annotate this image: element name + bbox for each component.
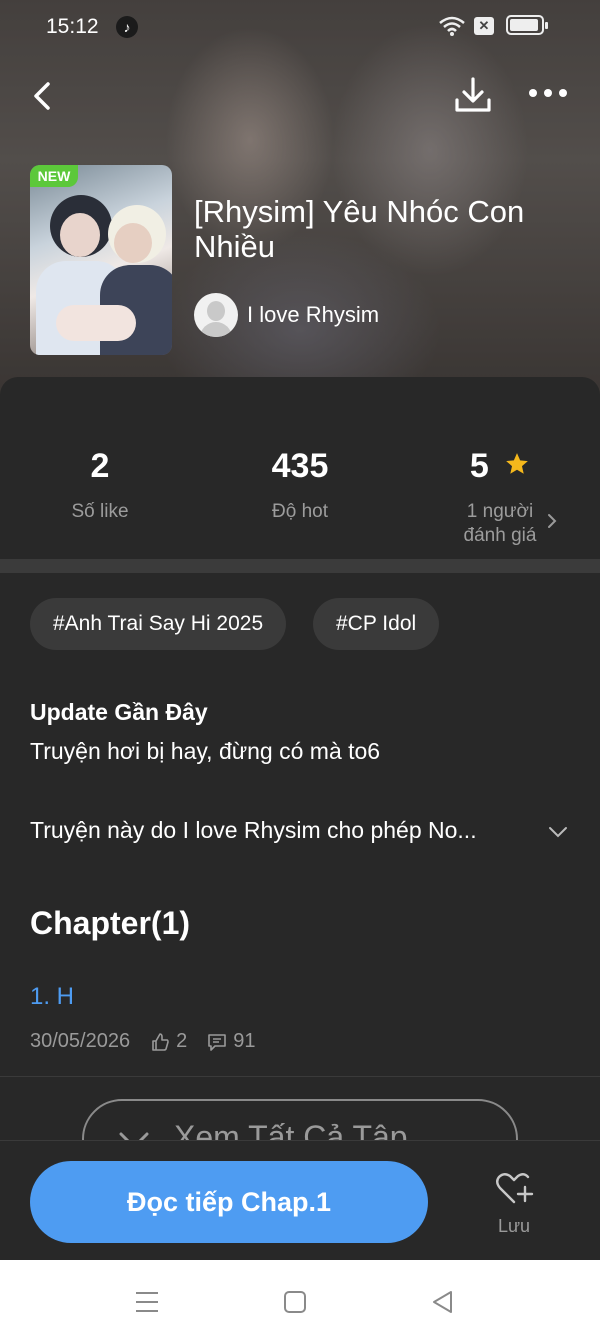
menu-icon[interactable] — [134, 1290, 160, 1314]
download-icon[interactable] — [452, 74, 494, 116]
chapter-comments: 91 — [233, 1030, 256, 1052]
update-text: Truyện hơi bị hay, đừng có mà to6 — [30, 738, 381, 764]
chapter-date: 30/05/2026 — [30, 1030, 131, 1052]
chevron-right-icon[interactable] — [546, 512, 558, 530]
stat-label: Số like — [71, 501, 129, 522]
new-badge: NEW — [30, 165, 78, 187]
description-text[interactable]: Truyện này do I love Rhysim cho phép No.… — [30, 817, 530, 844]
author-name: I love Rhysim — [247, 302, 380, 327]
author-link[interactable]: I love Rhysim — [194, 293, 379, 337]
battery-icon — [506, 15, 548, 35]
continue-reading-button[interactable]: Đọc tiếp Chap.1 — [30, 1161, 428, 1243]
system-nav-bar — [0, 1260, 600, 1343]
stat-value: 5 — [469, 447, 489, 485]
stat-hot: 435 Độ hot — [200, 447, 400, 524]
stat-label-line2: đánh giá — [463, 525, 537, 546]
chapter-meta: 30/05/2026 2 91 — [30, 1030, 255, 1053]
tag-chip[interactable]: #Anh Trai Say Hi 2025 — [30, 598, 287, 650]
stat-value: 2 — [90, 447, 110, 485]
star-icon — [506, 453, 529, 474]
bottom-action-bar: Đọc tiếp Chap.1 Lưu — [0, 1140, 600, 1261]
chapter-likes: 2 — [176, 1030, 188, 1052]
status-time: 15:12 — [46, 15, 99, 38]
wifi-icon — [439, 16, 465, 36]
avatar — [194, 293, 238, 337]
tag-chip[interactable]: #CP Idol — [313, 598, 440, 650]
divider-line — [0, 1076, 600, 1077]
chapter-heading: Chapter(1) — [30, 905, 191, 941]
book-cover[interactable] — [30, 165, 172, 355]
more-icon[interactable] — [526, 78, 570, 108]
tiktok-icon: ♪ — [116, 16, 138, 38]
save-label: Lưu — [497, 1216, 531, 1236]
book-title: [Rhysim] Yêu Nhóc Con Nhiều — [194, 194, 525, 264]
chapter-title-link[interactable]: 1. H — [30, 983, 74, 1011]
heart-plus-icon — [496, 1173, 534, 1204]
chevron-down-icon[interactable] — [548, 825, 568, 839]
update-heading: Update Gần Đây — [30, 699, 208, 725]
stat-label-line1: 1 người — [466, 501, 534, 522]
comment-icon — [208, 1033, 227, 1051]
detail-sheet: 2 Số like 435 Độ hot 5 1 người đánh giá … — [0, 377, 600, 1260]
stat-likes: 2 Số like — [0, 447, 200, 524]
nav-back-icon[interactable] — [430, 1289, 454, 1315]
stat-rating[interactable]: 5 1 người đánh giá — [400, 447, 600, 548]
home-icon[interactable] — [283, 1290, 307, 1314]
section-divider — [0, 559, 600, 573]
stat-value: 435 — [271, 447, 329, 485]
thumbs-up-icon — [152, 1032, 169, 1051]
save-button[interactable]: Lưu — [488, 1169, 540, 1237]
notification-icon: ✕ — [474, 17, 494, 35]
back-icon[interactable] — [28, 76, 60, 116]
status-bar: 15:12 ♪ ✕ — [0, 0, 600, 56]
stat-label: Độ hot — [272, 501, 328, 522]
top-bar — [0, 70, 600, 120]
